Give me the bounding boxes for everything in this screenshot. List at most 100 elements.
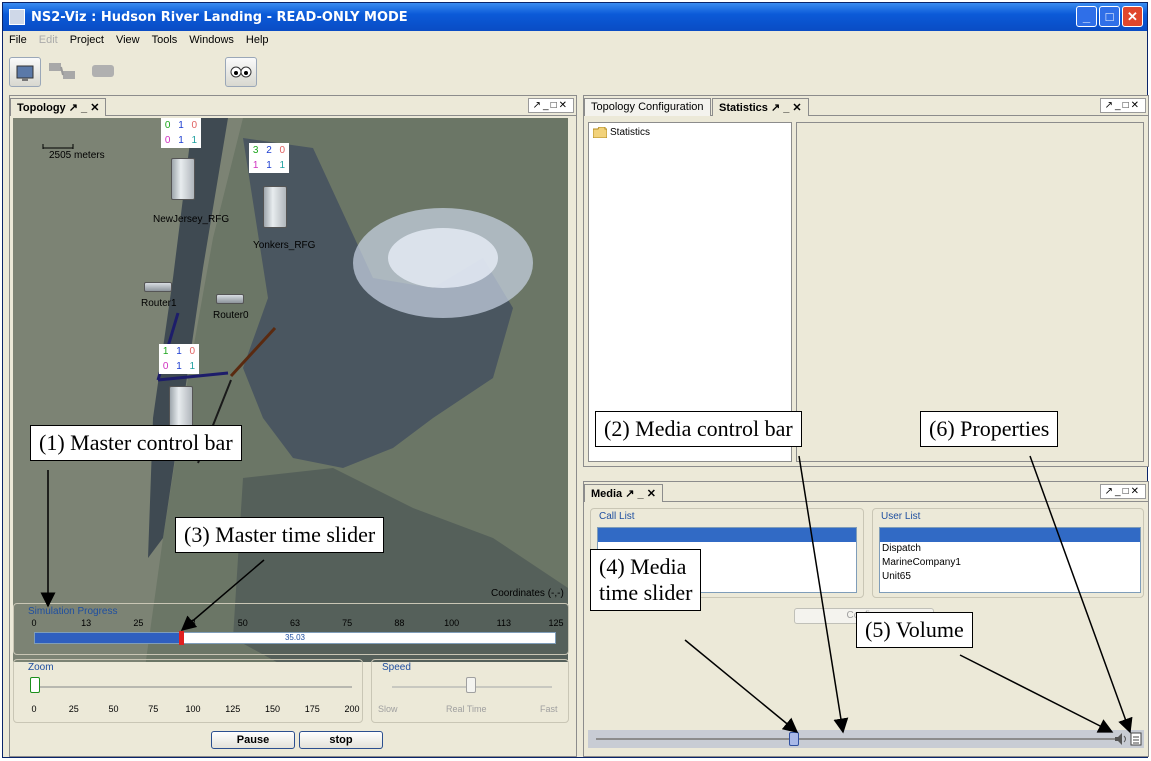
callout-volume: (5) Volume <box>856 612 973 648</box>
zoom-tick-label: 125 <box>225 704 241 714</box>
callout-master-control-bar: (1) Master control bar <box>30 425 242 461</box>
zoom-slider-handle[interactable] <box>30 677 40 693</box>
user-list-item[interactable]: MarineCompany1 <box>880 556 1140 570</box>
media-control-bar <box>588 730 1144 748</box>
simulation-tick-label: 63 <box>289 618 300 628</box>
zoom-label: Zoom <box>28 662 54 673</box>
simulation-progress-group: Simulation Progress 0 13 25 38 50 63 75 88 100 11… <box>13 603 569 655</box>
callout-master-time-slider: (3) Master time slider <box>175 517 385 553</box>
device-icon <box>92 65 114 77</box>
user-list[interactable]: Dispatch MarineCompany1 Unit65 <box>879 527 1141 593</box>
zoom-tick-label: 100 <box>185 704 201 714</box>
zoom-slider[interactable] <box>34 686 352 688</box>
media-time-slider-handle[interactable] <box>788 732 799 746</box>
server-icon[interactable] <box>169 386 193 428</box>
maximize-button[interactable]: □ <box>1099 6 1120 27</box>
menu-bar: File Edit Project View Tools Windows Hel… <box>3 31 1147 49</box>
speed-label: Speed <box>382 662 411 673</box>
call-list-item-selected[interactable] <box>598 528 856 542</box>
zoom-tick-label: 75 <box>148 704 159 714</box>
simulation-tick-label: 113 <box>496 618 511 628</box>
simulation-current-value: 35.03 <box>284 633 306 642</box>
panel-controls[interactable]: ↗_□✕ <box>527 98 574 113</box>
simulation-tick-label: 0 <box>31 618 37 628</box>
zoom-tick-label: 25 <box>68 704 79 714</box>
title-bar: NS2-Viz : Hudson River Landing - READ-ON… <box>3 3 1147 31</box>
folder-icon <box>593 127 607 138</box>
panel-controls[interactable]: ↗_□✕ <box>1099 484 1146 499</box>
menu-view[interactable]: View <box>116 34 140 46</box>
simulation-tick-label: 75 <box>342 618 353 628</box>
user-list-group: User List Dispatch MarineCompany1 Unit65 <box>872 508 1144 598</box>
app-icon <box>9 9 25 25</box>
statistics-tree-root[interactable]: Statistics <box>593 127 650 138</box>
window-title: NS2-Viz : Hudson River Landing - READ-ON… <box>31 9 408 25</box>
simulation-progress-label: Simulation Progress <box>28 606 118 617</box>
speed-tick-fast: Fast <box>540 704 558 714</box>
simulation-tick-label: 25 <box>133 618 144 628</box>
tab-statistics[interactable]: Statistics ↗ _ ✕ <box>712 98 809 116</box>
menu-edit[interactable]: Edit <box>39 34 58 46</box>
simulation-tick-label: 13 <box>81 618 92 628</box>
simulation-tick-label: 38 <box>185 618 196 628</box>
menu-help[interactable]: Help <box>246 34 269 46</box>
node-label-router1: Router1 <box>141 298 177 309</box>
toolbar <box>3 51 1147 91</box>
server-icon[interactable] <box>171 158 195 200</box>
node-label-newjersey: NewJersey_RFG <box>153 214 230 225</box>
callout-properties: (6) Properties <box>920 411 1059 447</box>
menu-project[interactable]: Project <box>70 34 104 46</box>
media-time-slider[interactable] <box>596 738 1116 740</box>
simulation-tick-label: 100 <box>444 618 460 628</box>
user-list-item-selected[interactable] <box>880 528 1140 542</box>
close-button[interactable]: ✕ <box>1122 6 1143 27</box>
zoom-tick-label: 200 <box>344 704 360 714</box>
speed-slider-handle[interactable] <box>466 677 476 693</box>
coordinates-readout: Coordinates (-,-) <box>491 588 564 599</box>
callout-media-time-slider: (4) Media time slider <box>590 549 702 611</box>
menu-windows[interactable]: Windows <box>189 34 234 46</box>
zoom-tick-label: 175 <box>304 704 320 714</box>
zoom-tick-label: 150 <box>264 704 281 714</box>
menu-tools[interactable]: Tools <box>152 34 178 46</box>
master-time-slider[interactable]: 35.03 <box>34 631 556 645</box>
zoom-tick-labels: 0 25 50 75 100 125 150 175 200 <box>31 696 359 718</box>
simulation-tick-labels: 0 13 25 38 50 63 75 88 100 113 125 <box>31 618 563 630</box>
zoom-group: Zoom 0 25 50 75 100 125 150 175 200 <box>13 659 363 723</box>
node-label-router0: Router0 <box>213 310 249 321</box>
simulation-tick-label: 125 <box>548 618 564 628</box>
tab-media[interactable]: Media ↗ _ ✕ <box>584 484 663 502</box>
stop-button[interactable]: stop <box>299 731 383 749</box>
zoom-tick-label: 50 <box>108 704 119 714</box>
pause-button[interactable]: Pause <box>211 731 295 749</box>
network-tool-button[interactable] <box>45 57 81 87</box>
simulation-tick-label: 50 <box>237 618 248 628</box>
speed-tick-realtime: Real Time <box>446 704 487 714</box>
user-list-item[interactable]: Dispatch <box>880 542 1140 556</box>
topology-map[interactable]: 2505 meters 010 011 NewJersey_RFG 320 11… <box>13 118 568 682</box>
router-icon[interactable] <box>144 282 172 292</box>
tab-topology-configuration[interactable]: Topology Configuration <box>584 98 711 116</box>
minimize-button[interactable]: _ <box>1076 6 1097 27</box>
master-time-slider-handle[interactable] <box>178 631 184 645</box>
watch-tool-button[interactable] <box>225 57 257 87</box>
user-list-item[interactable]: Unit65 <box>880 570 1140 584</box>
properties-icon[interactable] <box>1130 732 1142 746</box>
device-tool-button[interactable] <box>87 57 119 87</box>
server-icon[interactable] <box>263 186 287 228</box>
network-icon <box>49 63 75 79</box>
zoom-tick-label: 0 <box>31 704 37 714</box>
topology-tool-button[interactable] <box>9 57 41 87</box>
panel-controls[interactable]: ↗_□✕ <box>1099 98 1146 113</box>
menu-file[interactable]: File <box>9 34 27 46</box>
volume-icon[interactable] <box>1114 732 1128 746</box>
call-list-label: Call List <box>599 511 635 522</box>
speed-group: Speed Slow Real Time Fast <box>371 659 569 723</box>
map-background <box>13 118 568 682</box>
node-stats-newjersey: 010 011 <box>161 118 201 148</box>
tab-topology[interactable]: Topology ↗ _ ✕ <box>10 98 107 116</box>
scale-label: 2505 meters <box>49 150 105 161</box>
router-icon[interactable] <box>216 294 244 304</box>
node-stats-yonkers: 320 111 <box>249 143 289 173</box>
node-label-yonkers: Yonkers_RFG <box>253 240 316 251</box>
